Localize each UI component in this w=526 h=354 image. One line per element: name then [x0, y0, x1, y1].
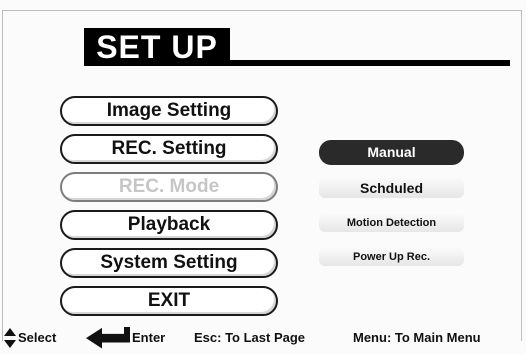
menu-item-playback[interactable]: Playback: [60, 210, 278, 240]
osd-setup-screen: SET UP Image Setting REC. Setting REC. M…: [0, 0, 526, 354]
rec-mode-option-motion-detection[interactable]: Motion Detection: [319, 214, 464, 232]
key-hint-bar: Select Enter Esc: To Last Page Menu: To …: [0, 326, 526, 350]
menu-item-rec-setting[interactable]: REC. Setting: [60, 134, 278, 164]
title-underline: [230, 60, 510, 66]
hint-enter: Enter: [132, 330, 166, 345]
hint-menu: Menu: To Main Menu: [353, 330, 481, 345]
enter-arrow-icon: [86, 327, 130, 349]
up-down-arrow-icon: [4, 328, 16, 348]
menu-item-image-setting[interactable]: Image Setting: [60, 96, 278, 126]
rec-mode-option-manual[interactable]: Manual: [319, 140, 464, 165]
rec-mode-option-power-up-rec[interactable]: Power Up Rec.: [319, 248, 464, 266]
menu-item-system-setting[interactable]: System Setting: [60, 248, 278, 278]
page-title: SET UP: [84, 28, 230, 66]
menu-item-exit[interactable]: EXIT: [60, 286, 278, 316]
hint-select: Select: [18, 330, 57, 345]
menu-item-rec-mode: REC. Mode: [60, 172, 278, 202]
rec-mode-option-schduled[interactable]: Schduled: [319, 178, 464, 198]
hint-esc: Esc: To Last Page: [194, 330, 306, 345]
